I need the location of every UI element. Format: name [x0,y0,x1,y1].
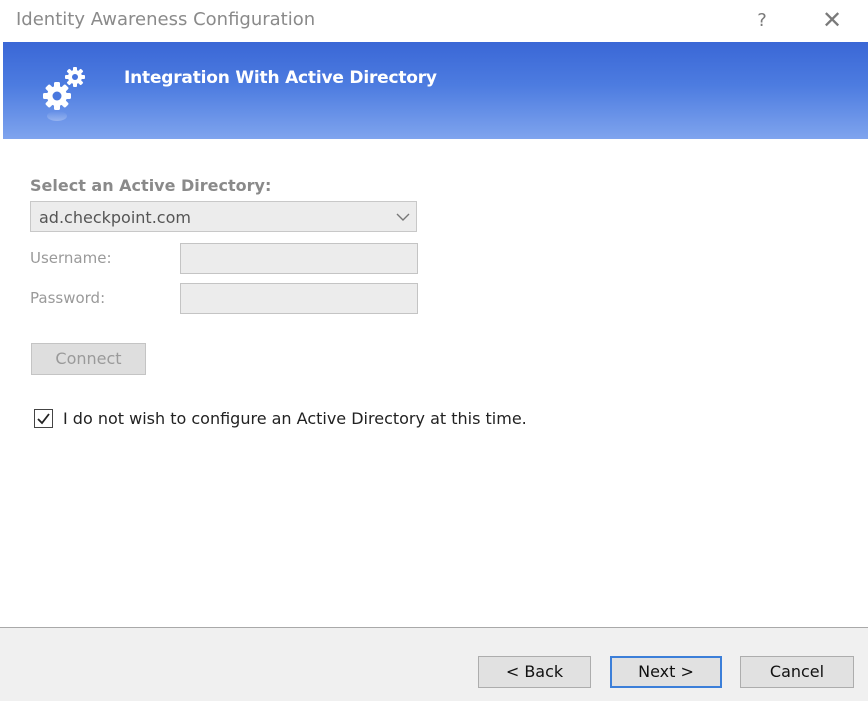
skip-ad-label: I do not wish to configure an Active Dir… [63,409,527,428]
checkmark-icon [37,413,50,425]
next-button[interactable]: Next > [610,656,722,688]
connect-button[interactable]: Connect [31,343,146,375]
dialog-window: Identity Awareness Configuration ? ✕ Int… [0,0,868,701]
back-button[interactable]: < Back [478,656,591,688]
close-button[interactable]: ✕ [812,4,852,36]
password-field[interactable] [180,283,418,314]
gears-icon [43,67,85,121]
content-panel: Select an Active Directory: ad.checkpoin… [0,139,868,627]
title-bar: Identity Awareness Configuration ? ✕ [0,0,868,42]
directory-select[interactable]: ad.checkpoint.com [30,201,417,232]
username-field[interactable] [180,243,418,274]
select-directory-label: Select an Active Directory: [30,176,272,195]
username-label: Username: [30,249,112,267]
directory-select-value: ad.checkpoint.com [39,208,191,227]
password-label: Password: [30,289,106,307]
cancel-button[interactable]: Cancel [740,656,854,688]
chevron-down-icon [396,213,410,221]
wizard-banner: Integration With Active Directory [3,42,868,139]
banner-title: Integration With Active Directory [124,68,437,88]
window-title: Identity Awareness Configuration [16,9,316,30]
skip-ad-checkbox[interactable] [34,409,53,428]
dialog-footer: < Back Next > Cancel [0,627,868,701]
help-button[interactable]: ? [742,4,782,36]
